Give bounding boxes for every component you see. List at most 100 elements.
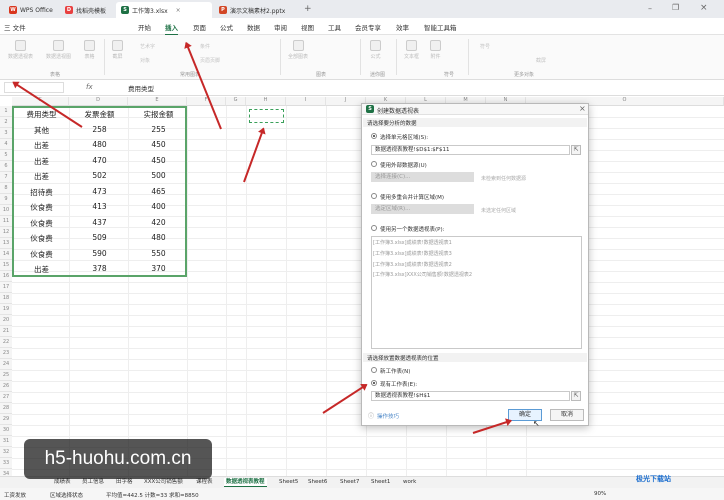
tab-wps-office[interactable]: W WPS Office — [4, 2, 60, 18]
table-cell[interactable]: 480 — [130, 233, 187, 242]
row-header[interactable]: 26 — [0, 381, 12, 392]
row-header[interactable]: 21 — [0, 326, 12, 337]
table-cell[interactable]: 招待费 — [14, 187, 69, 198]
all-charts-button[interactable]: 全部图表 — [288, 40, 308, 60]
table-cell[interactable]: 509 — [71, 233, 128, 242]
zoom-level[interactable]: 90% — [594, 491, 606, 497]
tab-presentation[interactable]: P 演示文稿素材2.pptx — [214, 2, 300, 18]
sheet-tab[interactable]: Sheet1 — [369, 478, 392, 487]
row-header[interactable]: 4 — [0, 139, 12, 150]
list-item[interactable]: [工作簿3.xlsx]成绩表!数据透视表3 — [373, 250, 452, 257]
minimize-icon[interactable]: – — [648, 4, 652, 13]
menu-data[interactable]: 数据 — [247, 22, 260, 32]
table-cell[interactable]: 伙食费 — [14, 202, 69, 213]
table-button[interactable]: 表格 — [84, 40, 95, 60]
tab-docer[interactable]: D 找稻壳模板 — [60, 2, 116, 18]
sheet-tab[interactable]: 课程表 — [194, 478, 215, 487]
row-header[interactable]: 14 — [0, 249, 12, 260]
row-header[interactable]: 24 — [0, 359, 12, 370]
row-header[interactable]: 28 — [0, 403, 12, 414]
menu-file[interactable]: 三 文件 — [4, 22, 26, 32]
menu-member[interactable]: 会员专享 — [355, 22, 381, 32]
row-header[interactable]: 17 — [0, 282, 12, 293]
row-header[interactable]: 19 — [0, 304, 12, 315]
radio-other-pivot[interactable] — [371, 225, 377, 231]
menu-review[interactable]: 审阅 — [274, 22, 287, 32]
menu-home[interactable]: 开始 — [138, 22, 151, 32]
row-header[interactable]: 9 — [0, 194, 12, 205]
row-header[interactable]: 12 — [0, 227, 12, 238]
cancel-button[interactable]: 取消 — [550, 409, 584, 421]
row-header[interactable]: 25 — [0, 370, 12, 381]
column-header[interactable]: E — [128, 97, 187, 106]
range-picker-button[interactable]: ⇱ — [571, 145, 581, 155]
row-header[interactable]: 3 — [0, 128, 12, 139]
menu-smart-tools[interactable]: 智能工具箱 — [424, 22, 457, 32]
table-cell[interactable]: 出差 — [14, 171, 69, 182]
menu-formula[interactable]: 公式 — [220, 22, 233, 32]
table-cell[interactable]: 370 — [130, 264, 187, 273]
table-cell[interactable]: 伙食费 — [14, 233, 69, 244]
pivot-table-button[interactable]: 数据透视表 — [8, 40, 33, 60]
new-tab-button[interactable]: + — [304, 4, 312, 14]
table-cell[interactable]: 450 — [130, 156, 187, 165]
table-cell[interactable]: 255 — [130, 125, 187, 134]
table-cell[interactable]: 420 — [130, 218, 187, 227]
table-header-cell[interactable]: 实报金额 — [130, 109, 187, 120]
table-cell[interactable]: 伙食费 — [14, 249, 69, 260]
insert-shape-item[interactable]: 艺术字 — [140, 43, 155, 50]
location-picker-button[interactable]: ⇱ — [571, 391, 581, 401]
sheet-tab[interactable]: 田字格 — [114, 478, 135, 487]
menu-page[interactable]: 页面 — [193, 22, 206, 32]
maximize-icon[interactable]: ❐ — [672, 3, 679, 12]
screenshot-item[interactable]: 截屏 — [536, 57, 546, 64]
row-header[interactable]: 11 — [0, 216, 12, 227]
row-header[interactable]: 13 — [0, 238, 12, 249]
close-icon[interactable]: × — [176, 7, 181, 14]
table-cell[interactable]: 500 — [130, 171, 187, 180]
table-cell[interactable]: 378 — [71, 264, 128, 273]
sheet-tab[interactable]: 成绩表 — [52, 478, 73, 487]
sheet-tab[interactable]: Sheet7 — [338, 478, 361, 487]
table-cell[interactable]: 413 — [71, 202, 128, 211]
window-close-icon[interactable]: × — [700, 3, 708, 13]
column-header[interactable]: G — [226, 97, 246, 106]
table-cell[interactable]: 450 — [130, 140, 187, 149]
header-footer-item[interactable]: 页眉页脚 — [200, 57, 220, 64]
row-header[interactable]: 18 — [0, 293, 12, 304]
sheet-tab[interactable]: Sheet5 — [277, 478, 300, 487]
table-cell[interactable]: 480 — [71, 140, 128, 149]
column-header[interactable]: I — [286, 97, 326, 106]
column-header[interactable]: H — [246, 97, 286, 106]
list-item[interactable]: [工作簿3.xlsx]成绩表!数据透视表2 — [373, 261, 452, 268]
attachment-button[interactable]: 附件 — [430, 40, 441, 60]
table-cell[interactable]: 550 — [130, 249, 187, 258]
row-header[interactable]: 32 — [0, 447, 12, 458]
list-item[interactable]: [工作簿3.xlsx]成绩表!数据透视表1 — [373, 239, 452, 246]
symbol-item[interactable]: 符号 — [480, 43, 490, 50]
screenshot-button[interactable]: 截屏 — [112, 40, 123, 60]
menu-efficiency[interactable]: 效率 — [396, 22, 409, 32]
table-cell[interactable]: 437 — [71, 218, 128, 227]
menu-view[interactable]: 视图 — [301, 22, 314, 32]
menu-insert[interactable]: 插入 — [165, 22, 178, 36]
column-header[interactable]: J — [326, 97, 366, 106]
radio-multi-range[interactable] — [371, 193, 377, 199]
dialog-close-icon[interactable]: × — [579, 104, 586, 113]
radio-existing-sheet[interactable] — [371, 380, 377, 386]
tips-link[interactable]: 操作技巧 — [377, 412, 399, 420]
sparkline-button[interactable]: 公式 — [370, 40, 381, 60]
location-input[interactable]: 数据透视表教程!$H$1 — [371, 391, 570, 401]
row-header[interactable]: 16 — [0, 271, 12, 282]
row-header[interactable]: 2 — [0, 117, 12, 128]
table-cell[interactable]: 502 — [71, 171, 128, 180]
sheet-tab[interactable]: Sheet6 — [306, 478, 329, 487]
table-cell[interactable]: 470 — [71, 156, 128, 165]
list-item[interactable]: [工作簿3.xlsx]XXX公司销售额!数据透视表2 — [373, 271, 472, 278]
row-header[interactable]: 31 — [0, 436, 12, 447]
radio-new-sheet[interactable] — [371, 367, 377, 373]
radio-cell-range[interactable] — [371, 133, 377, 139]
row-header[interactable]: 5 — [0, 150, 12, 161]
table-header-cell[interactable]: 发票金额 — [71, 109, 128, 120]
row-header[interactable]: 29 — [0, 414, 12, 425]
